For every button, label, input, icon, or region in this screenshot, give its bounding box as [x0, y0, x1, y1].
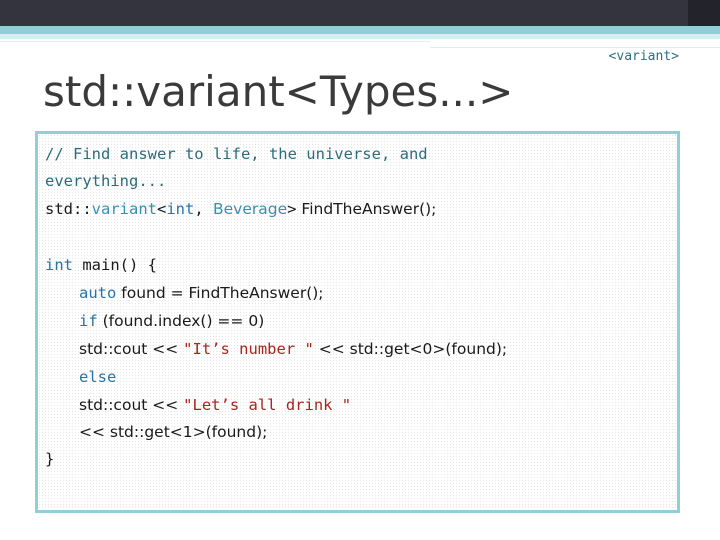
code-token: found = FindTheAnswer();: [116, 284, 324, 302]
code-line: else: [45, 363, 677, 391]
code-line: std::cout << "Let’s all drink ": [45, 391, 677, 419]
code-keyword-token: if: [79, 312, 98, 330]
code-type-token: variant: [91, 200, 157, 218]
code-line: if (found.index() == 0): [45, 307, 677, 335]
code-comment: everything...: [45, 172, 167, 190]
code-keyword-token: auto: [79, 284, 117, 302]
slide-title: std::variant<Types...>: [43, 67, 514, 116]
title-rule-right: [430, 47, 720, 48]
code-line: }: [45, 445, 677, 473]
code-token: <: [157, 200, 167, 218]
title-rule-left: [0, 41, 430, 42]
top-dark-bar: [0, 0, 720, 26]
code-line: std::cout << "It’s number " << std::get<…: [45, 335, 677, 363]
code-token: ,: [194, 200, 214, 218]
code-string-token: "Let’s all drink ": [183, 396, 352, 414]
code-line: auto found = FindTheAnswer();: [45, 279, 677, 307]
code-line: everything...: [45, 167, 677, 195]
code-type-token: Beverage: [213, 200, 288, 218]
code-line: int main() {: [45, 251, 677, 279]
code-token: main() {: [73, 256, 157, 274]
code-token: std::: [45, 200, 92, 218]
top-dark-bar-accent: [688, 0, 720, 26]
code-keyword-token: else: [79, 368, 117, 386]
code-keyword-token: int: [45, 256, 73, 274]
code-token: }: [45, 450, 55, 468]
code-string-token: "It’s number ": [183, 340, 314, 358]
code-token: << std::get<0>(found);: [313, 340, 508, 358]
code-comment: // Find answer to life, the universe, an…: [45, 145, 428, 163]
code-keyword-token: int: [166, 200, 195, 218]
code-token: FindTheAnswer();: [296, 200, 437, 218]
code-line: // Find answer to life, the universe, an…: [45, 141, 677, 167]
top-light-band: [0, 34, 720, 39]
code-token: (found.index() == 0): [97, 312, 265, 330]
code-token: << std::get<1>(found);: [79, 423, 268, 441]
code-line: std::variant<int, Beverage> FindTheAnswe…: [45, 195, 677, 223]
code-token: std::cout <<: [79, 340, 184, 358]
top-teal-band: [0, 26, 720, 34]
code-token: std::cout <<: [79, 396, 184, 414]
header-tag: <variant>: [608, 49, 679, 64]
code-block: // Find answer to life, the universe, an…: [35, 131, 680, 513]
code-line: << std::get<1>(found);: [45, 419, 677, 445]
